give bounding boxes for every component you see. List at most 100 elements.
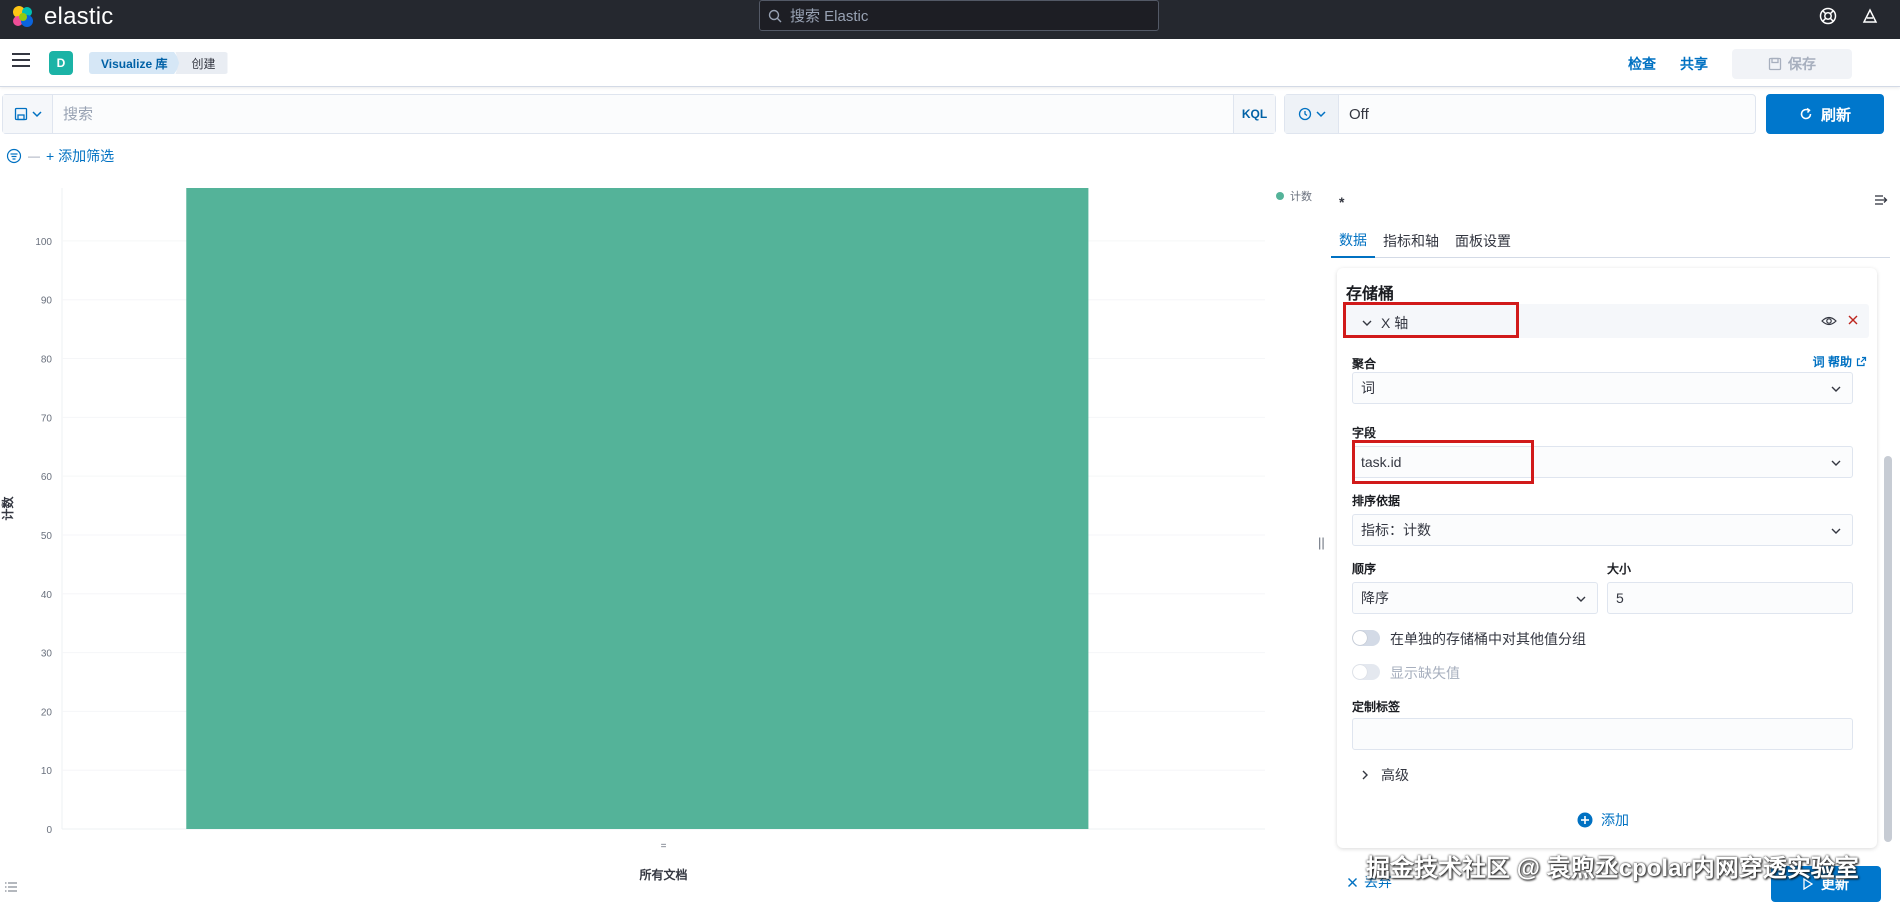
- tab-metrics-axes[interactable]: 指标和轴: [1375, 224, 1447, 258]
- advanced-toggle[interactable]: 高级: [1359, 765, 1409, 785]
- time-picker: Off: [1284, 94, 1756, 134]
- size-value: 5: [1616, 590, 1624, 606]
- query-input-wrap: KQL: [2, 94, 1276, 134]
- add-bucket-button[interactable]: 添加: [1577, 810, 1629, 830]
- app-header: D Visualize 库 创建 检查 共享 保存: [0, 39, 1900, 87]
- legend-swatch: [1276, 192, 1284, 200]
- order-by-value: 指标：计数: [1361, 522, 1431, 538]
- global-search-input[interactable]: 搜索 Elastic: [759, 0, 1159, 31]
- y-tick-label: 10: [41, 766, 53, 777]
- chevron-down-icon: [1315, 111, 1326, 118]
- query-input[interactable]: [53, 95, 1233, 133]
- brand-name: elastic: [44, 3, 114, 30]
- newsfeed-icon[interactable]: [1860, 6, 1880, 26]
- refresh-button[interactable]: 刷新: [1766, 94, 1884, 134]
- show-missing-switch[interactable]: [1352, 664, 1380, 680]
- index-pattern-title: *: [1339, 194, 1345, 210]
- chevron-down-icon: [31, 111, 42, 118]
- y-tick-label: 70: [41, 413, 53, 424]
- terms-help-link[interactable]: 词 帮助: [1813, 353, 1867, 370]
- refresh-label: 刷新: [1820, 106, 1851, 124]
- eye-icon[interactable]: [1821, 314, 1837, 328]
- size-label: 大小: [1607, 562, 1632, 576]
- refresh-interval-value[interactable]: Off: [1339, 106, 1369, 123]
- y-tick-label: 60: [41, 472, 53, 483]
- group-other-switch[interactable]: [1352, 630, 1380, 646]
- aggregation-value: 词: [1361, 380, 1375, 396]
- watermark: 掘金技术社区 @ 袁煦丞cpolar内网穿透实验室: [1366, 855, 1859, 882]
- share-button[interactable]: 共享: [1680, 54, 1708, 74]
- chevron-down-icon: [1831, 460, 1841, 466]
- elastic-logo[interactable]: elastic: [10, 3, 113, 31]
- chevron-down-icon: [1831, 386, 1841, 392]
- saved-query-menu-button[interactable]: [3, 95, 53, 133]
- tab-panel-settings[interactable]: 面板设置: [1447, 224, 1519, 258]
- breadcrumb-visualize-library[interactable]: Visualize 库: [89, 52, 182, 74]
- query-bar: KQL Off 刷新: [0, 94, 1900, 138]
- x-axis-label: 所有文档: [639, 867, 687, 882]
- bar: [186, 188, 1089, 829]
- sidebar-scrollbar[interactable]: [1884, 456, 1892, 842]
- tab-data[interactable]: 数据: [1331, 224, 1375, 258]
- plus-circle-icon: [1577, 812, 1593, 828]
- chevron-down-icon: [1831, 528, 1841, 534]
- quick-menu-button[interactable]: [1285, 95, 1339, 133]
- y-tick-label: 20: [41, 707, 53, 718]
- refresh-icon: [1800, 107, 1812, 120]
- y-tick-label: 90: [41, 296, 53, 307]
- y-tick-label: 0: [46, 825, 52, 836]
- list-icon[interactable]: [4, 880, 18, 894]
- chart-legend[interactable]: 计数: [1276, 188, 1312, 204]
- size-input[interactable]: 5: [1607, 582, 1853, 614]
- collapse-sidebar-icon[interactable]: [1873, 192, 1889, 208]
- saved-query-icon: [14, 107, 27, 121]
- global-header: elastic 搜索 Elastic: [0, 0, 1900, 39]
- y-tick-label: 100: [35, 237, 52, 248]
- help-icon[interactable]: [1818, 6, 1838, 26]
- buckets-card: 存储桶 X 轴 聚合 词 帮助 词 字段 task.id 排序依据 指标：计数 …: [1337, 268, 1877, 848]
- x-tick-label: =: [661, 841, 667, 852]
- global-search-placeholder: 搜索 Elastic: [790, 8, 869, 25]
- y-axis-title: 计数: [0, 496, 15, 521]
- terms-help-text: 词 帮助: [1812, 355, 1852, 369]
- external-link-icon: [1856, 356, 1867, 367]
- order-label: 顺序: [1352, 562, 1377, 576]
- menu-icon[interactable]: [12, 53, 30, 67]
- advanced-label: 高级: [1381, 767, 1409, 783]
- elastic-logo-icon: [13, 6, 33, 27]
- order-by-select[interactable]: 指标：计数: [1352, 514, 1853, 546]
- filter-divider: —: [28, 149, 40, 163]
- legend-label: 计数: [1290, 191, 1312, 203]
- order-by-label: 排序依据: [1352, 494, 1401, 508]
- custom-label-input[interactable]: [1352, 718, 1853, 750]
- annotation-highlight-field: [1352, 440, 1534, 484]
- save-icon: [1768, 57, 1782, 71]
- editor-sidebar: * 数据 指标和轴 面板设置 存储桶 X 轴 聚合 词 帮助 词 字段 task…: [1331, 180, 1900, 904]
- bar-chart: 0 10 20 30 40 50 60 70 80 90 100 = 所有文档 计数: [0, 188, 1265, 882]
- y-tick-label: 80: [41, 355, 53, 366]
- close-icon[interactable]: [1847, 314, 1859, 326]
- chevron-down-icon: [1576, 596, 1586, 602]
- breadcrumb: Visualize 库 创建: [89, 52, 228, 74]
- group-other-label: 在单独的存储桶中对其他值分组: [1390, 631, 1586, 647]
- filter-icon[interactable]: [6, 148, 22, 164]
- aggregation-select[interactable]: 词: [1352, 372, 1853, 404]
- y-tick-label: 50: [41, 531, 53, 542]
- show-missing-label: 显示缺失值: [1390, 665, 1460, 681]
- search-icon: [768, 9, 782, 22]
- add-bucket-label: 添加: [1601, 812, 1629, 828]
- add-filter-button[interactable]: + 添加筛选: [46, 146, 114, 166]
- panel-resize-handle[interactable]: ||: [1318, 535, 1325, 550]
- space-avatar[interactable]: D: [49, 51, 73, 75]
- order-select[interactable]: 降序: [1352, 582, 1598, 614]
- y-tick-label: 40: [41, 590, 53, 601]
- breadcrumb-create: 创建: [175, 52, 228, 74]
- query-language-button[interactable]: KQL: [1233, 95, 1275, 133]
- field-label: 字段: [1352, 426, 1377, 440]
- inspect-button[interactable]: 检查: [1628, 54, 1656, 74]
- y-tick-label: 30: [41, 649, 53, 660]
- editor-tabs: 数据 指标和轴 面板设置: [1331, 224, 1890, 258]
- save-button[interactable]: 保存: [1732, 49, 1852, 79]
- filter-bar: — + 添加筛选: [6, 146, 114, 166]
- custom-label-label: 定制标签: [1352, 700, 1401, 714]
